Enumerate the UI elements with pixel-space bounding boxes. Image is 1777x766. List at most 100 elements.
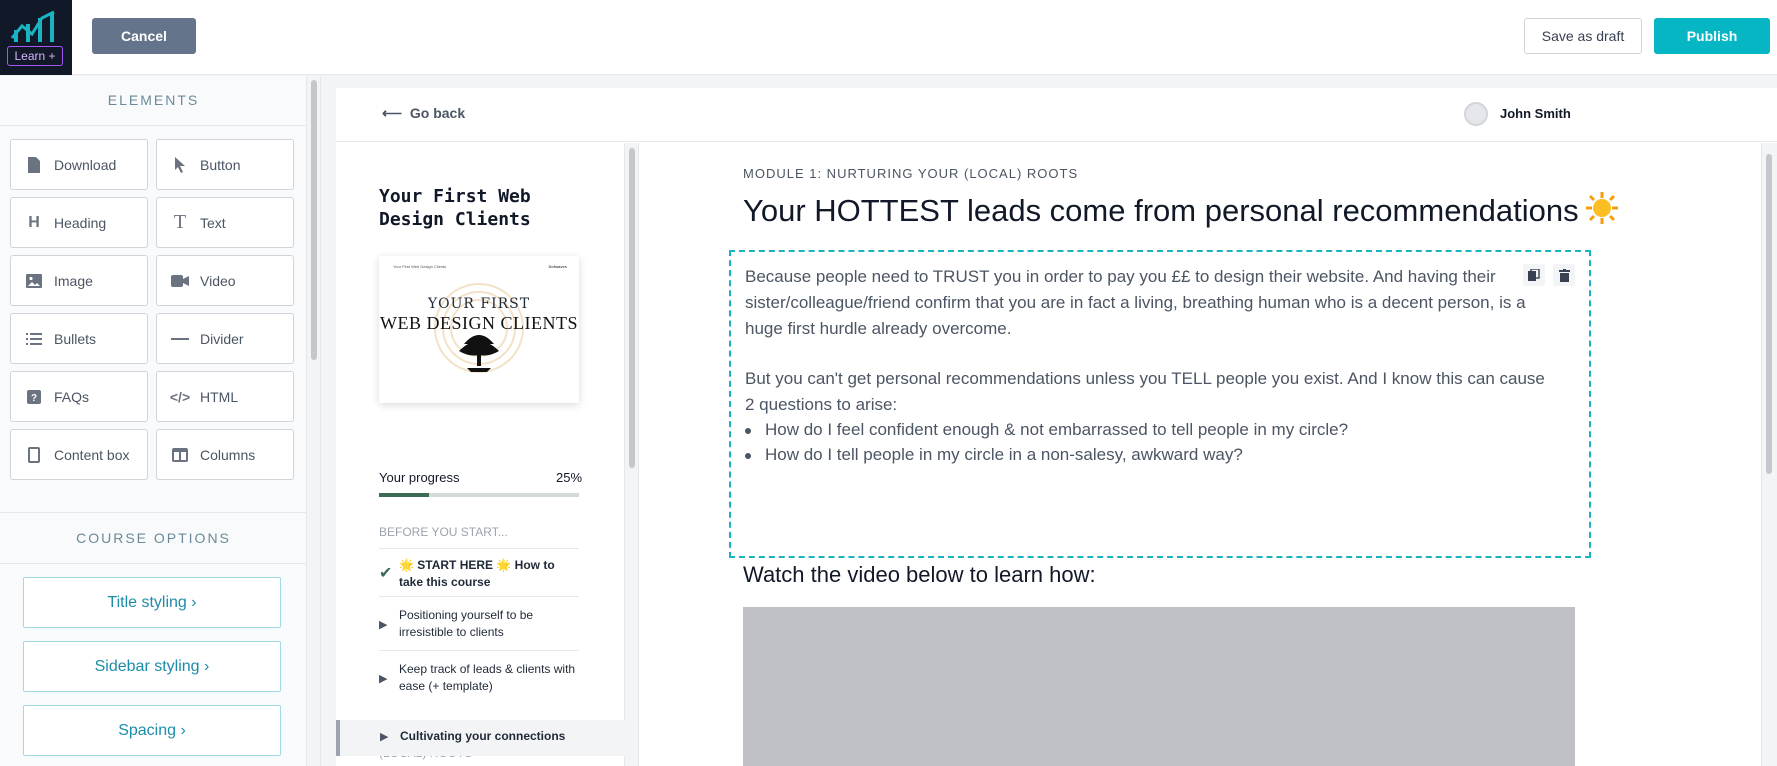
logo-badge: Learn + [7, 46, 63, 66]
lesson-heading[interactable]: Your HOTTEST leads come from personal re… [743, 191, 1618, 229]
progress-bar [379, 493, 579, 497]
progress-label: Your progress [379, 470, 460, 485]
canvas-header: ⟵ Go back John Smith [336, 88, 1777, 142]
text-icon: T [173, 211, 187, 233]
divider-icon [171, 330, 189, 348]
top-bar: Learn + Cancel Save as draft Publish [0, 0, 1777, 75]
element-button[interactable]: Button [156, 139, 294, 190]
file-icon [25, 156, 43, 174]
video-placeholder[interactable] [743, 607, 1575, 766]
content-scroll-thumb[interactable] [1766, 154, 1772, 474]
list-item-text: How do I tell people in my circle in a n… [765, 445, 1243, 464]
lesson-item[interactable]: ▶ Positioning yourself to be irresistibl… [379, 596, 579, 650]
element-faqs[interactable]: ? FAQs [10, 371, 148, 422]
avatar[interactable] [1464, 102, 1488, 126]
chevron-right-icon: › [204, 658, 210, 675]
title-styling-button[interactable]: Title styling › [23, 577, 281, 628]
go-back-link[interactable]: ⟵ Go back [382, 105, 465, 122]
video-icon [171, 272, 189, 290]
element-label: Content box [54, 446, 130, 463]
app-logo[interactable]: Learn + [0, 0, 72, 75]
bullet-dot [745, 428, 751, 434]
element-label: Video [200, 272, 236, 289]
heading-icon: H [28, 213, 40, 231]
sidebar-styling-button[interactable]: Sidebar styling › [23, 641, 281, 692]
lesson-title: Positioning yourself to be irresistible … [399, 608, 534, 639]
chevron-right-icon: › [180, 722, 186, 739]
columns-icon [171, 446, 189, 464]
user-name: John Smith [1500, 106, 1571, 121]
image-icon [25, 272, 43, 290]
elements-divider [0, 125, 307, 126]
list-item-text: How do I feel confident enough & not emb… [765, 420, 1349, 439]
lesson-item-active[interactable]: ▶ Cultivating your connections [336, 720, 625, 756]
element-heading[interactable]: H Heading [10, 197, 148, 248]
lesson-title: Keep track of leads & clients with ease … [399, 662, 576, 693]
heading-text: Your HOTTEST leads come from personal re… [743, 193, 1579, 228]
section-divider [0, 512, 307, 513]
module-label: MODULE 1: NURTURING YOUR (LOCAL) ROOTS [743, 166, 1079, 181]
element-download[interactable]: Download [10, 139, 148, 190]
element-label: Divider [200, 330, 244, 347]
element-image[interactable]: Image [10, 255, 148, 306]
option-label: Sidebar styling [94, 658, 200, 675]
course-sidebar-scroll-thumb[interactable] [629, 148, 635, 468]
element-label: Image [54, 272, 93, 289]
element-text[interactable]: T Text [156, 197, 294, 248]
lesson-title: Cultivating your connections [400, 729, 566, 743]
code-icon: </> [169, 388, 191, 405]
lesson-item[interactable]: ▶ Keep track of leads & clients with eas… [379, 650, 579, 704]
selected-text-block[interactable]: Because people need to TRUST you in orde… [729, 250, 1591, 558]
chevron-right-icon: › [191, 594, 197, 611]
progress-percent: 25% [556, 470, 583, 485]
list-item: How do I feel confident enough & not emb… [745, 417, 1348, 443]
card-main-title: WEB DESIGN CLIENTS [380, 313, 578, 333]
spacing-button[interactable]: Spacing › [23, 705, 281, 756]
element-label: Columns [200, 446, 256, 463]
element-html[interactable]: </> HTML [156, 371, 294, 422]
cancel-button[interactable]: Cancel [92, 18, 196, 54]
list-item: How do I tell people in my circle in a n… [745, 442, 1243, 468]
element-video[interactable]: Video [156, 255, 294, 306]
trash-icon[interactable] [1553, 264, 1575, 286]
card-subtitle: YOUR FIRST [427, 296, 531, 312]
play-icon: ▶ [380, 731, 389, 743]
check-icon: ✔ [379, 565, 393, 582]
element-divider[interactable]: Divider [156, 313, 294, 364]
paragraph: But you can't get personal recommendatio… [745, 369, 1545, 414]
course-cover-image: Your First Web Design Clients Sofwaves Y… [379, 256, 579, 403]
elements-scroll-thumb[interactable] [311, 80, 317, 360]
element-bullets[interactable]: Bullets [10, 313, 148, 364]
list-icon [25, 330, 43, 348]
svg-text:?: ? [31, 393, 37, 404]
lesson-title: 🌟 START HERE 🌟 How to take this course [399, 558, 555, 589]
sun-icon [1585, 192, 1618, 224]
element-label: Bullets [54, 330, 97, 347]
publish-button[interactable]: Publish [1654, 18, 1770, 54]
section-label: BEFORE YOU START... [379, 525, 508, 539]
bullet-dot [745, 453, 751, 459]
question-icon: ? [25, 388, 43, 406]
progress-fill [379, 493, 429, 497]
course-options-divider [0, 563, 307, 564]
element-content-box[interactable]: Content box [10, 429, 148, 480]
elements-title: ELEMENTS [107, 92, 200, 108]
box-icon [25, 446, 43, 464]
logo-bars-icon [10, 10, 55, 42]
option-label: Title styling [107, 594, 187, 611]
video-heading[interactable]: Watch the video below to learn how: [743, 562, 1096, 588]
course-options-title: COURSE OPTIONS [76, 530, 231, 546]
arrow-left-icon: ⟵ [382, 105, 403, 121]
save-draft-button[interactable]: Save as draft [1524, 18, 1642, 54]
course-sidebar: Your First Web Design Clients Your First… [336, 143, 625, 766]
element-label: Button [200, 156, 241, 173]
paragraph: Because people need to TRUST you in orde… [745, 267, 1526, 338]
element-columns[interactable]: Columns [156, 429, 294, 480]
go-back-label: Go back [409, 105, 466, 121]
lesson-item[interactable]: ✔ 🌟 START HERE 🌟 How to take this course [379, 548, 579, 596]
play-icon: ▶ [379, 619, 388, 631]
element-label: HTML [200, 388, 239, 405]
elements-panel: ELEMENTS Download Button H Heading T Tex… [0, 76, 307, 766]
element-label: Heading [54, 214, 107, 231]
course-canvas: ⟵ Go back John Smith Your First Web Desi… [336, 88, 1777, 766]
